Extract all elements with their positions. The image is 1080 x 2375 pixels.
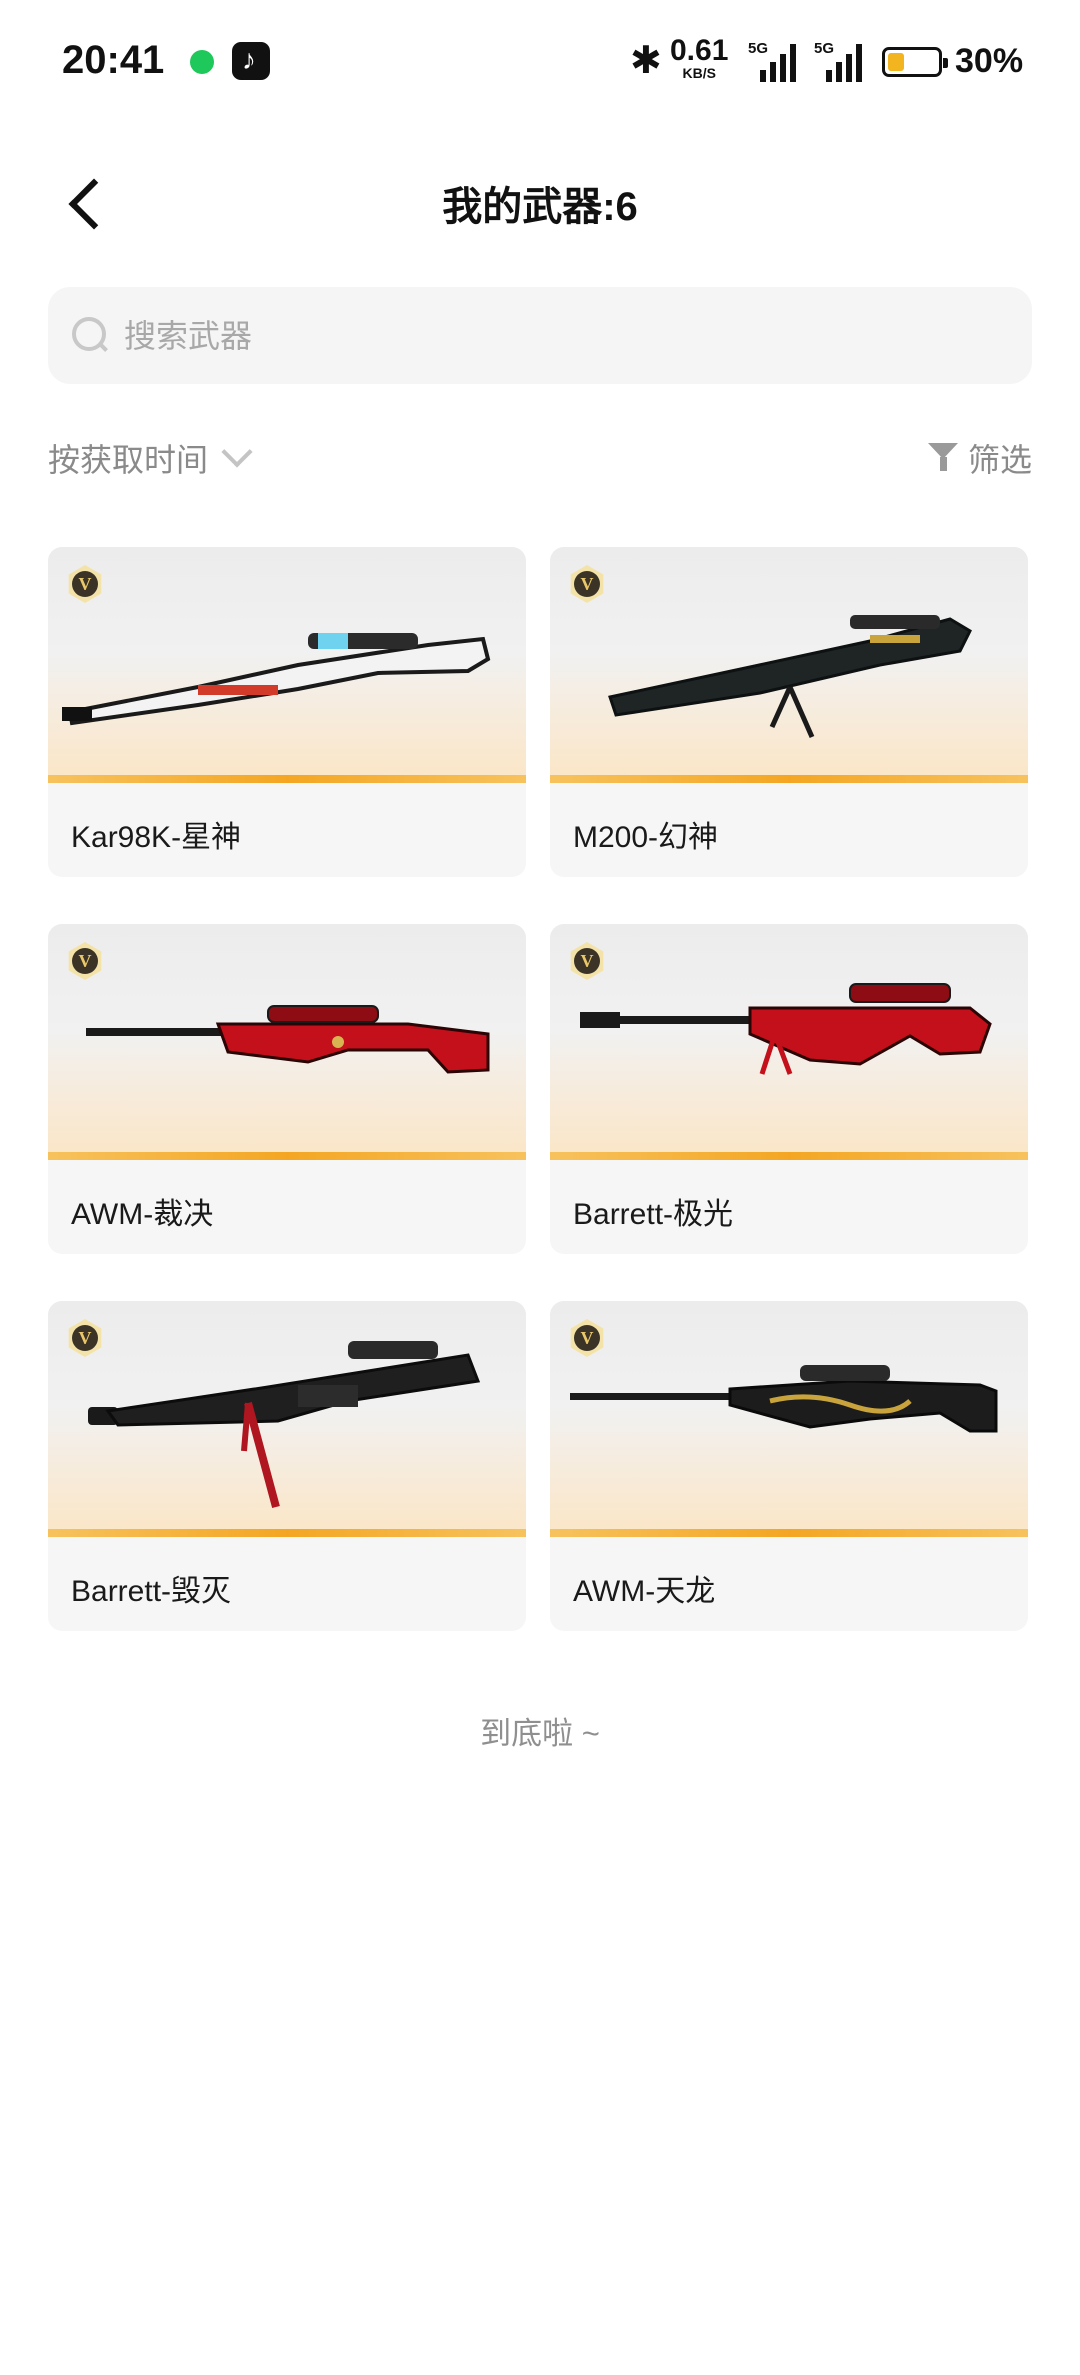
sniper-rifle-icon: [608, 615, 972, 739]
vip-badge-icon: V: [568, 942, 606, 980]
weapon-name: Barrett-极光: [573, 1198, 734, 1231]
search-input[interactable]: [122, 287, 1006, 386]
weapon-image: [48, 547, 526, 783]
weapon-name: M200-幻神: [573, 821, 719, 854]
weapon-card[interactable]: V AWM-天龙: [550, 1301, 1028, 1631]
weapon-name: AWM-天龙: [573, 1575, 716, 1608]
chat-app-icon: [190, 50, 214, 74]
network-speed-value: 0.61: [670, 34, 729, 67]
signal-2-icon: 5G: [814, 40, 862, 82]
list-end-text: 到底啦 ~: [480, 1716, 600, 1751]
weapon-name: Barrett-毁灭: [71, 1575, 232, 1608]
weapon-name: Kar98K-星神: [71, 821, 242, 854]
chevron-down-icon: [221, 436, 253, 468]
weapon-card[interactable]: V Barrett-极光: [550, 924, 1028, 1254]
battery-icon: [882, 47, 948, 77]
vip-badge-icon: V: [568, 565, 606, 603]
tiktok-app-icon: [232, 42, 270, 80]
network-speed: 0.61 KB/S: [670, 34, 729, 81]
sniper-rifle-icon: [62, 633, 491, 726]
sniper-rifle-icon: [88, 1341, 481, 1509]
sniper-rifle-icon: [570, 1365, 998, 1433]
signal-2-label: 5G: [814, 40, 835, 57]
page-title: 我的武器:6: [442, 185, 638, 229]
sniper-rifle-icon: [580, 983, 992, 1075]
status-time: 20:41: [62, 38, 165, 82]
battery-percent: 30%: [955, 42, 1024, 80]
filter-button[interactable]: 筛选: [927, 435, 1032, 481]
vip-badge-icon: V: [66, 942, 104, 980]
weapon-image: [550, 547, 1028, 783]
status-bar: 20:41 ✱ 0.61 KB/S 5G 5G 30%: [0, 0, 1080, 120]
signal-1-label: 5G: [748, 40, 769, 57]
weapon-image: [550, 924, 1028, 1160]
weapon-card[interactable]: V Kar98K-星神: [48, 547, 526, 877]
vip-badge-icon: V: [66, 1319, 104, 1357]
signal-1-icon: 5G: [748, 40, 796, 82]
bluetooth-icon: ✱: [630, 40, 662, 82]
sort-label: 按获取时间: [48, 442, 209, 478]
weapon-name: AWM-裁决: [71, 1198, 214, 1231]
weapon-image: [550, 1301, 1028, 1537]
weapon-image: [48, 924, 526, 1160]
weapon-card[interactable]: V AWM-裁决: [48, 924, 526, 1254]
vip-badge-icon: V: [66, 565, 104, 603]
weapon-image: [48, 1301, 526, 1537]
search-icon: [70, 315, 108, 353]
filter-label: 筛选: [967, 442, 1032, 478]
sort-dropdown[interactable]: 按获取时间: [48, 435, 253, 481]
search-bar[interactable]: [48, 287, 1032, 386]
network-speed-unit: KB/S: [682, 65, 716, 81]
sniper-rifle-icon: [86, 1005, 490, 1074]
vip-badge-icon: V: [568, 1319, 606, 1357]
weapon-card[interactable]: V M200-幻神: [550, 547, 1028, 877]
weapon-card[interactable]: V Barrett-毁灭: [48, 1301, 526, 1631]
filter-icon: [927, 441, 962, 475]
